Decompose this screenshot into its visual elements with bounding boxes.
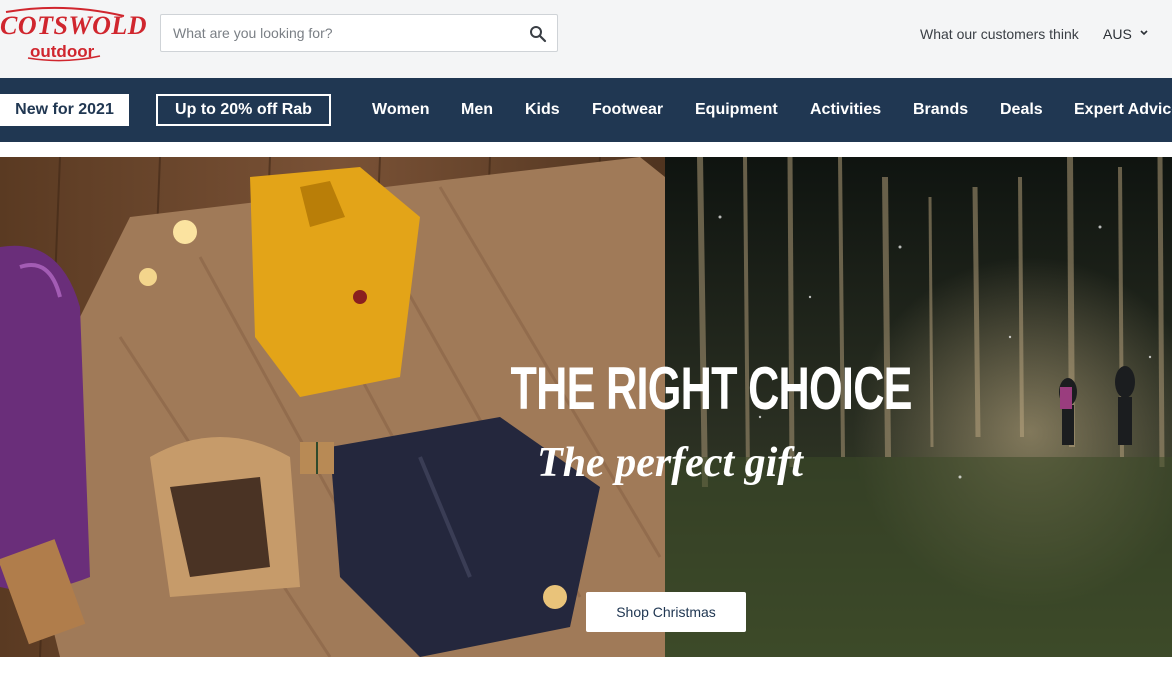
nav-item-brands[interactable]: Brands [913, 100, 968, 120]
nav-item-equipment[interactable]: Equipment [695, 100, 778, 120]
nav-item-deals[interactable]: Deals [1000, 100, 1043, 120]
search-icon[interactable] [529, 25, 547, 43]
country-selector[interactable]: AUS [1103, 26, 1132, 42]
nav-item-men[interactable]: Men [461, 100, 493, 120]
site-header: COTSWOLD outdoor What our customers thin… [0, 0, 1172, 78]
nav-item-women[interactable]: Women [372, 100, 429, 120]
chevron-down-icon[interactable] [1139, 28, 1149, 38]
cotswold-logo[interactable]: COTSWOLD outdoor [0, 6, 147, 64]
nav-item-kids[interactable]: Kids [525, 100, 560, 120]
main-navigation: New for 2021 Up to 20% off Rab Women Men… [0, 78, 1172, 142]
shop-christmas-button[interactable]: Shop Christmas [586, 592, 746, 632]
hero-banner[interactable]: THE RIGHT CHOICE The perfect gift Shop C… [0, 157, 1172, 657]
nav-item-footwear[interactable]: Footwear [592, 100, 663, 120]
logo-sub-text: outdoor [30, 42, 95, 61]
customer-reviews-link[interactable]: What our customers think [920, 26, 1079, 42]
rab-offer-button[interactable]: Up to 20% off Rab [156, 94, 331, 126]
search-input[interactable] [173, 15, 513, 51]
search-box [160, 14, 558, 52]
new-for-2021-button[interactable]: New for 2021 [0, 94, 129, 126]
nav-item-expert-advice[interactable]: Expert Advice [1074, 100, 1172, 120]
hero-headline: THE RIGHT CHOICE [510, 355, 912, 422]
hero-tagline: The perfect gift [537, 440, 803, 486]
logo-brand-text: COTSWOLD [0, 11, 148, 40]
nav-item-activities[interactable]: Activities [810, 100, 881, 120]
